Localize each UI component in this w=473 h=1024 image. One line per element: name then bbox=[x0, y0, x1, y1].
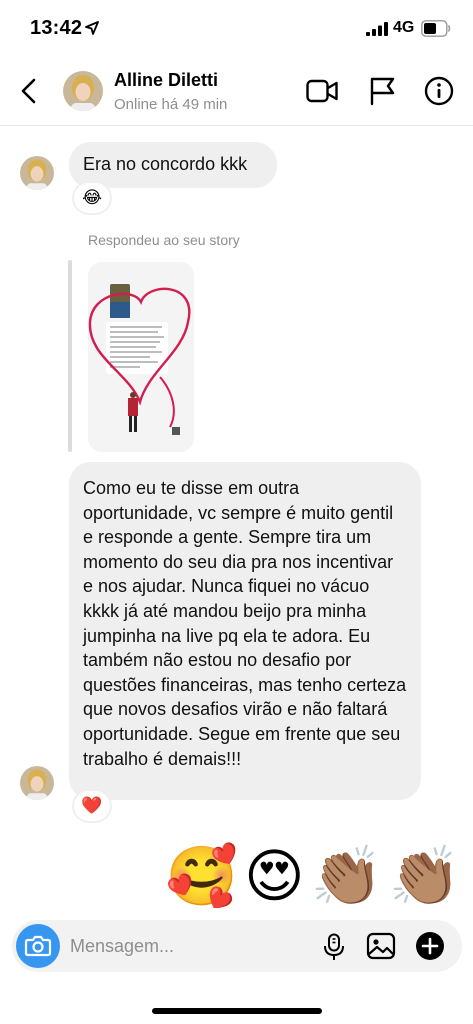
info-icon[interactable] bbox=[424, 76, 454, 106]
chat-header: Alline Diletti Online há 49 min bbox=[0, 56, 473, 126]
flag-icon[interactable] bbox=[369, 76, 397, 106]
camera-button[interactable] bbox=[16, 924, 60, 968]
contact-status: Online há 49 min bbox=[114, 96, 228, 113]
message-input[interactable] bbox=[70, 924, 310, 968]
story-reply-label: Respondeu ao seu story bbox=[88, 232, 240, 248]
status-time: 13:42 bbox=[30, 17, 83, 39]
sender-avatar[interactable] bbox=[20, 156, 54, 190]
emoji: 😍 bbox=[244, 844, 305, 909]
emoji: 👏🏽 bbox=[310, 844, 383, 909]
emoji: 🥰 bbox=[165, 844, 239, 909]
emoji-message[interactable]: 🥰 😍 👏🏽 👏🏽 bbox=[166, 842, 461, 912]
message-bubble[interactable]: Era no concordo kkk bbox=[69, 142, 277, 188]
video-call-icon[interactable] bbox=[306, 78, 338, 104]
contact-name[interactable]: Alline Diletti bbox=[114, 70, 218, 91]
network-type: 4G bbox=[393, 19, 415, 36]
avatar-photo bbox=[63, 71, 103, 111]
avatar-photo bbox=[20, 766, 54, 800]
story-preview-image bbox=[88, 262, 194, 452]
contact-avatar[interactable] bbox=[63, 71, 103, 111]
message-bubble[interactable]: Como eu te disse em outra oportunidade, … bbox=[69, 462, 421, 800]
emoji: 👏🏽 bbox=[388, 844, 461, 909]
avatar-photo bbox=[20, 156, 54, 190]
reply-indicator-bar bbox=[68, 260, 72, 452]
add-icon[interactable] bbox=[415, 931, 445, 961]
camera-icon bbox=[24, 935, 52, 957]
message-composer bbox=[12, 920, 462, 972]
message-reaction[interactable]: ❤️ bbox=[74, 791, 110, 821]
location-arrow-icon bbox=[85, 21, 99, 35]
status-bar: 13:42 4G bbox=[0, 0, 473, 56]
story-thumbnail[interactable] bbox=[88, 262, 194, 452]
home-indicator bbox=[152, 1008, 322, 1014]
gallery-icon[interactable] bbox=[366, 932, 396, 960]
message-reaction[interactable]: 😂 bbox=[74, 183, 110, 213]
back-icon[interactable] bbox=[16, 76, 42, 106]
battery-icon bbox=[421, 20, 451, 37]
signal-icon bbox=[366, 22, 388, 36]
microphone-icon[interactable] bbox=[322, 933, 346, 961]
sender-avatar[interactable] bbox=[20, 766, 54, 800]
